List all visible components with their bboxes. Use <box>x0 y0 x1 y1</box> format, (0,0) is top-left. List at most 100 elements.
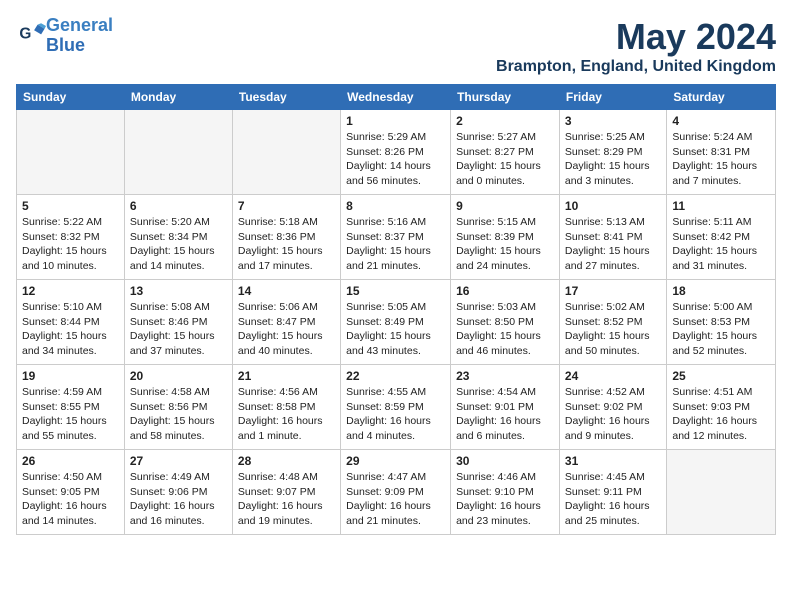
calendar-cell: 1 Sunrise: 5:29 AMSunset: 8:26 PMDaylight… <box>341 110 451 195</box>
day-info: Sunrise: 4:46 AMSunset: 9:10 PMDaylight:… <box>456 470 554 529</box>
logo-line2: Blue <box>46 35 85 55</box>
calendar-cell: 23 Sunrise: 4:54 AMSunset: 9:01 PMDayligh… <box>451 365 560 450</box>
week-row-3: 12 Sunrise: 5:10 AMSunset: 8:44 PMDayligh… <box>17 280 776 365</box>
calendar-cell: 13Sunrise: 5:08 AMSunset: 8:46 PMDayligh… <box>124 280 232 365</box>
weekday-header-wednesday: Wednesday <box>341 85 451 110</box>
title-block: May 2024 Brampton, England, United Kingd… <box>496 16 776 76</box>
calendar-cell: 26 Sunrise: 4:50 AMSunset: 9:05 PMDayligh… <box>17 450 125 535</box>
day-number: 21 <box>238 369 335 383</box>
calendar-cell: 10Sunrise: 5:13 AMSunset: 8:41 PMDayligh… <box>559 195 666 280</box>
day-info: Sunrise: 4:58 AMSunset: 8:56 PMDaylight:… <box>130 385 227 444</box>
calendar-cell: 19Sunrise: 4:59 AMSunset: 8:55 PMDayligh… <box>17 365 125 450</box>
day-number: 5 <box>22 199 119 213</box>
day-number: 22 <box>346 369 445 383</box>
day-info: Sunrise: 5:15 AMSunset: 8:39 PMDaylight:… <box>456 215 554 274</box>
day-number: 7 <box>238 199 335 213</box>
week-row-2: 5 Sunrise: 5:22 AMSunset: 8:32 PMDaylight… <box>17 195 776 280</box>
day-number: 6 <box>130 199 227 213</box>
calendar-cell: 5 Sunrise: 5:22 AMSunset: 8:32 PMDaylight… <box>17 195 125 280</box>
day-info: Sunrise: 4:49 AMSunset: 9:06 PMDaylight:… <box>130 470 227 529</box>
day-number: 2 <box>456 114 554 128</box>
calendar-cell: 22Sunrise: 4:55 AMSunset: 8:59 PMDayligh… <box>341 365 451 450</box>
day-number: 9 <box>456 199 554 213</box>
day-info: Sunrise: 5:10 AMSunset: 8:44 PMDaylight:… <box>22 300 119 359</box>
calendar-cell: 21 Sunrise: 4:56 AMSunset: 8:58 PMDayligh… <box>232 365 340 450</box>
day-number: 12 <box>22 284 119 298</box>
day-number: 23 <box>456 369 554 383</box>
calendar-cell: 28Sunrise: 4:48 AMSunset: 9:07 PMDayligh… <box>232 450 340 535</box>
weekday-header-tuesday: Tuesday <box>232 85 340 110</box>
calendar-cell: 14 Sunrise: 5:06 AMSunset: 8:47 PMDayligh… <box>232 280 340 365</box>
day-info: Sunrise: 4:45 AMSunset: 9:11 PMDaylight:… <box>565 470 661 529</box>
calendar-cell: 11 Sunrise: 5:11 AMSunset: 8:42 PMDayligh… <box>667 195 776 280</box>
day-number: 20 <box>130 369 227 383</box>
day-info: Sunrise: 5:05 AMSunset: 8:49 PMDaylight:… <box>346 300 445 359</box>
day-number: 30 <box>456 454 554 468</box>
day-info: Sunrise: 5:00 AMSunset: 8:53 PMDaylight:… <box>672 300 770 359</box>
week-row-4: 19Sunrise: 4:59 AMSunset: 8:55 PMDayligh… <box>17 365 776 450</box>
month-title: May 2024 <box>496 16 776 58</box>
logo: G General Blue <box>16 16 113 56</box>
week-row-1: 1 Sunrise: 5:29 AMSunset: 8:26 PMDaylight… <box>17 110 776 195</box>
calendar-cell <box>124 110 232 195</box>
calendar-cell: 29 Sunrise: 4:47 AMSunset: 9:09 PMDayligh… <box>341 450 451 535</box>
calendar-cell: 7Sunrise: 5:18 AMSunset: 8:36 PMDaylight… <box>232 195 340 280</box>
day-info: Sunrise: 4:47 AMSunset: 9:09 PMDaylight:… <box>346 470 445 529</box>
calendar-cell: 30 Sunrise: 4:46 AMSunset: 9:10 PMDayligh… <box>451 450 560 535</box>
day-number: 8 <box>346 199 445 213</box>
day-info: Sunrise: 5:16 AMSunset: 8:37 PMDaylight:… <box>346 215 445 274</box>
day-number: 16 <box>456 284 554 298</box>
day-info: Sunrise: 5:25 AMSunset: 8:29 PMDaylight:… <box>565 130 661 189</box>
calendar-cell: 15Sunrise: 5:05 AMSunset: 8:49 PMDayligh… <box>341 280 451 365</box>
calendar-cell: 4Sunrise: 5:24 AMSunset: 8:31 PMDaylight… <box>667 110 776 195</box>
day-info: Sunrise: 5:27 AMSunset: 8:27 PMDaylight:… <box>456 130 554 189</box>
day-number: 4 <box>672 114 770 128</box>
svg-text:G: G <box>19 26 31 43</box>
calendar-cell: 3 Sunrise: 5:25 AMSunset: 8:29 PMDaylight… <box>559 110 666 195</box>
calendar-cell: 24Sunrise: 4:52 AMSunset: 9:02 PMDayligh… <box>559 365 666 450</box>
weekday-header-monday: Monday <box>124 85 232 110</box>
day-number: 26 <box>22 454 119 468</box>
day-info: Sunrise: 5:02 AMSunset: 8:52 PMDaylight:… <box>565 300 661 359</box>
calendar-cell <box>667 450 776 535</box>
weekday-header-sunday: Sunday <box>17 85 125 110</box>
day-number: 3 <box>565 114 661 128</box>
calendar-cell: 6Sunrise: 5:20 AMSunset: 8:34 PMDaylight… <box>124 195 232 280</box>
day-number: 29 <box>346 454 445 468</box>
calendar-cell <box>17 110 125 195</box>
day-info: Sunrise: 4:59 AMSunset: 8:55 PMDaylight:… <box>22 385 119 444</box>
weekday-header-saturday: Saturday <box>667 85 776 110</box>
day-info: Sunrise: 5:29 AMSunset: 8:26 PMDaylight:… <box>346 130 445 189</box>
calendar-header-row: SundayMondayTuesdayWednesdayThursdayFrid… <box>17 85 776 110</box>
page-header: G General Blue May 2024 Brampton, Englan… <box>16 16 776 76</box>
day-number: 10 <box>565 199 661 213</box>
calendar-cell: 20 Sunrise: 4:58 AMSunset: 8:56 PMDayligh… <box>124 365 232 450</box>
calendar-cell: 27 Sunrise: 4:49 AMSunset: 9:06 PMDayligh… <box>124 450 232 535</box>
day-number: 18 <box>672 284 770 298</box>
day-info: Sunrise: 5:08 AMSunset: 8:46 PMDaylight:… <box>130 300 227 359</box>
location-title: Brampton, England, United Kingdom <box>496 58 776 76</box>
day-number: 31 <box>565 454 661 468</box>
day-info: Sunrise: 4:54 AMSunset: 9:01 PMDaylight:… <box>456 385 554 444</box>
day-number: 1 <box>346 114 445 128</box>
day-info: Sunrise: 4:52 AMSunset: 9:02 PMDaylight:… <box>565 385 661 444</box>
week-row-5: 26 Sunrise: 4:50 AMSunset: 9:05 PMDayligh… <box>17 450 776 535</box>
calendar-cell: 12 Sunrise: 5:10 AMSunset: 8:44 PMDayligh… <box>17 280 125 365</box>
calendar-cell: 2 Sunrise: 5:27 AMSunset: 8:27 PMDaylight… <box>451 110 560 195</box>
calendar-cell: 25Sunrise: 4:51 AMSunset: 9:03 PMDayligh… <box>667 365 776 450</box>
day-info: Sunrise: 5:11 AMSunset: 8:42 PMDaylight:… <box>672 215 770 274</box>
day-number: 27 <box>130 454 227 468</box>
weekday-header-thursday: Thursday <box>451 85 560 110</box>
weekday-header-friday: Friday <box>559 85 666 110</box>
day-info: Sunrise: 4:56 AMSunset: 8:58 PMDaylight:… <box>238 385 335 444</box>
day-info: Sunrise: 5:22 AMSunset: 8:32 PMDaylight:… <box>22 215 119 274</box>
calendar-cell: 31 Sunrise: 4:45 AMSunset: 9:11 PMDayligh… <box>559 450 666 535</box>
day-info: Sunrise: 5:06 AMSunset: 8:47 PMDaylight:… <box>238 300 335 359</box>
day-info: Sunrise: 4:50 AMSunset: 9:05 PMDaylight:… <box>22 470 119 529</box>
logo-line1: General <box>46 15 113 35</box>
day-number: 11 <box>672 199 770 213</box>
day-info: Sunrise: 4:51 AMSunset: 9:03 PMDaylight:… <box>672 385 770 444</box>
day-info: Sunrise: 4:48 AMSunset: 9:07 PMDaylight:… <box>238 470 335 529</box>
calendar-cell: 18 Sunrise: 5:00 AMSunset: 8:53 PMDayligh… <box>667 280 776 365</box>
day-number: 14 <box>238 284 335 298</box>
